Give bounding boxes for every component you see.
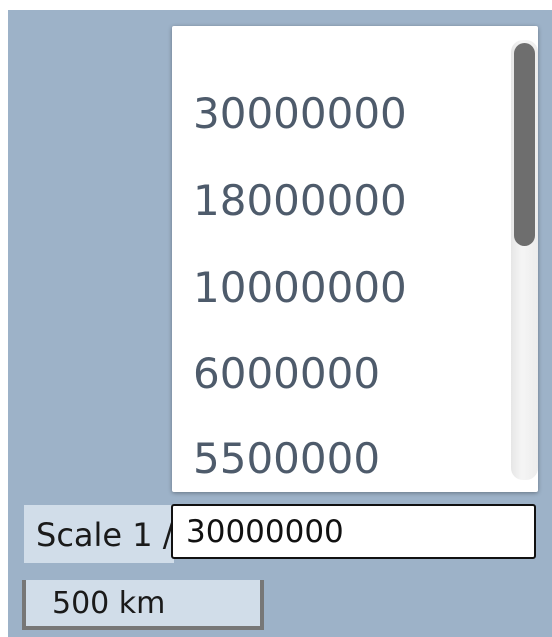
scale-option[interactable]: 6000000 [193,350,380,398]
scale-bar: 500 km [22,580,264,630]
dropdown-scrollbar-thumb[interactable] [514,43,535,246]
scale-option[interactable]: 18000000 [193,177,407,225]
scale-option[interactable]: 5500000 [193,435,380,483]
scale-bar-label: 500 km [52,586,166,621]
scale-option[interactable]: 30000000 [193,90,407,138]
scale-input[interactable] [171,504,536,559]
scale-label: Scale 1 / [36,516,174,554]
scale-options-dropdown[interactable]: 30000000 18000000 10000000 6000000 55000… [172,26,538,492]
scale-option[interactable]: 10000000 [193,264,407,312]
